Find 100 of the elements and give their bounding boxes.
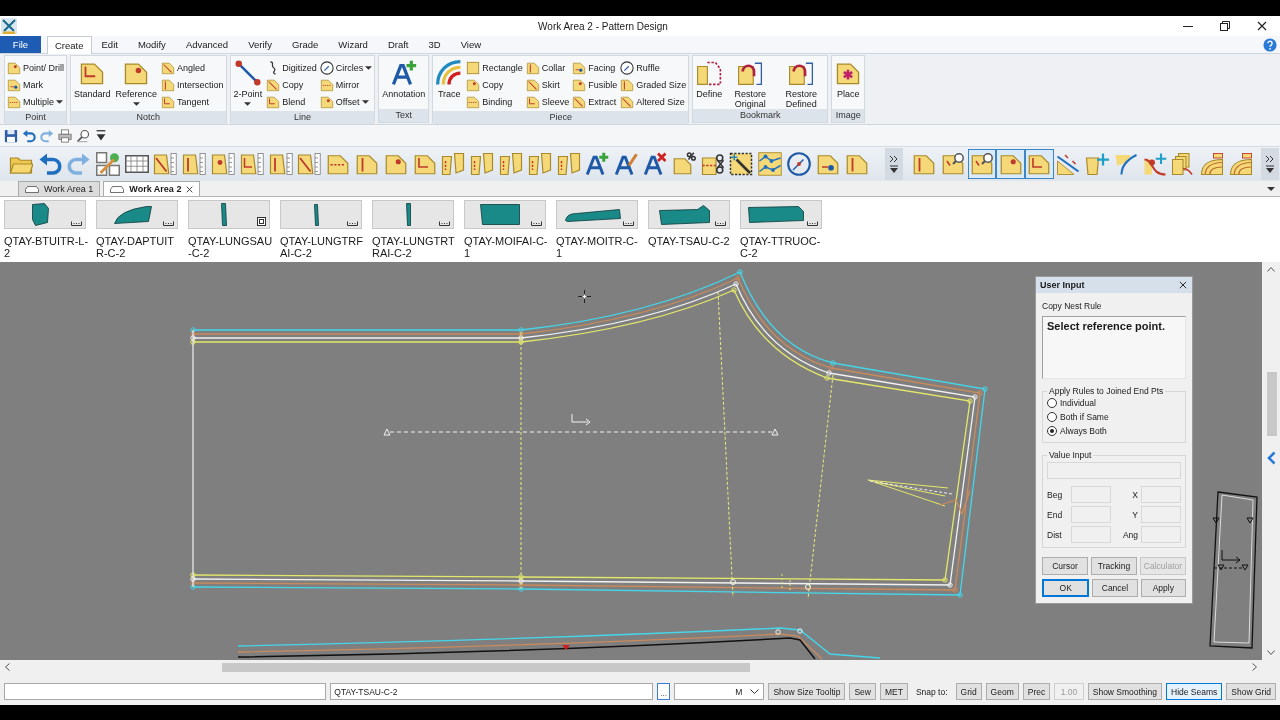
ribbon-button[interactable]: Circles	[319, 59, 373, 76]
menu-tab[interactable]: File	[0, 36, 41, 53]
ribbon-button[interactable]: Offset	[319, 93, 373, 110]
dialog-button[interactable]: Cursor	[1042, 557, 1088, 575]
overflow-chevron-icon[interactable]	[888, 155, 899, 173]
input-field[interactable]	[1071, 486, 1111, 503]
ribbon-button[interactable]: Collar	[525, 59, 570, 76]
menu-tab[interactable]: Edit	[91, 36, 128, 53]
caret-icon[interactable]	[1267, 186, 1275, 191]
ribbon-button[interactable]: Restore Defined	[777, 58, 826, 109]
toggle-button[interactable]: MET	[879, 683, 908, 700]
menu-tab[interactable]: Advanced	[175, 36, 239, 53]
ribbon-button[interactable]: Angled	[161, 59, 224, 76]
scrollbar-thumb[interactable]	[1267, 372, 1277, 436]
ribbon-button[interactable]: Blend	[266, 93, 317, 110]
menu-tab[interactable]: 3D	[418, 36, 451, 53]
tool-button[interactable]	[784, 149, 814, 179]
ribbon-button[interactable]: Define	[695, 58, 724, 109]
ribbon-button[interactable]: Tangent	[161, 93, 224, 110]
save-icon[interactable]	[4, 128, 18, 143]
close-icon[interactable]	[1179, 281, 1187, 289]
undo-icon[interactable]	[22, 128, 36, 143]
tool-button[interactable]	[967, 149, 997, 179]
toggle-button[interactable]: Grid	[955, 683, 982, 700]
menu-tab[interactable]: Create	[47, 36, 92, 54]
ribbon-button[interactable]: Binding	[466, 93, 523, 110]
ribbon-button[interactable]: Annotation	[381, 58, 427, 109]
ribbon-button[interactable]: Intersection	[161, 76, 224, 93]
help-icon[interactable]	[1263, 37, 1277, 52]
toggle-button[interactable]: Geom	[985, 683, 1019, 700]
toggle-button[interactable]: Show Smoothing	[1087, 683, 1162, 700]
scroll-right-icon[interactable]	[1252, 663, 1257, 671]
scroll-down-icon[interactable]	[1267, 650, 1275, 655]
input-field[interactable]	[1071, 506, 1111, 523]
toggle-button[interactable]: Hide Seams	[1166, 683, 1223, 700]
ribbon-button[interactable]: Mark	[7, 76, 64, 93]
toggle-button[interactable]: Sew	[849, 683, 876, 700]
ribbon-button[interactable]: Graded Size	[620, 76, 687, 93]
radio-button[interactable]	[1047, 398, 1057, 408]
ribbon-button[interactable]: Rectangle	[466, 59, 523, 76]
dialog-button[interactable]: Apply	[1140, 579, 1186, 597]
input-field[interactable]	[1141, 526, 1181, 543]
ribbon-button[interactable]: Restore Original	[726, 58, 775, 109]
ribbon-button[interactable]: Sleeve	[525, 93, 570, 110]
restore-icon[interactable]	[1219, 21, 1230, 31]
menu-tab[interactable]: Wizard	[328, 36, 378, 53]
scroll-up-icon[interactable]	[1267, 267, 1275, 272]
input-field[interactable]	[1141, 506, 1181, 523]
close-icon[interactable]	[186, 185, 194, 193]
menu-tab[interactable]: Verify	[238, 36, 282, 53]
menu-tab[interactable]: View	[450, 36, 492, 53]
ribbon-button[interactable]: Mirror	[319, 76, 373, 93]
radio-button[interactable]	[1047, 412, 1057, 422]
ribbon-button[interactable]: Point/ Drill	[7, 59, 64, 76]
toggle-button[interactable]: Show Size Tooltip	[768, 683, 846, 700]
chevron-left-icon[interactable]	[1267, 451, 1276, 465]
overflow-chevron-icon[interactable]	[1265, 155, 1276, 173]
work-area-tab[interactable]: Work Area 2	[103, 181, 201, 196]
menu-tab[interactable]: Grade	[281, 36, 329, 53]
close-icon[interactable]	[1256, 21, 1267, 31]
vertical-scrollbar[interactable]	[1262, 262, 1280, 660]
ribbon-button[interactable]: Trace	[435, 58, 464, 111]
unit-dropdown[interactable]: M	[674, 683, 765, 700]
magnifier-icon[interactable]	[76, 128, 90, 143]
piece-thumbnail[interactable]	[556, 200, 638, 229]
minimize-icon[interactable]	[1182, 25, 1193, 27]
dialog-button[interactable]: Tracking	[1091, 557, 1137, 575]
ribbon-button[interactable]: Reference	[114, 58, 159, 111]
ribbon-button[interactable]: Facing	[572, 59, 618, 76]
browse-button[interactable]: ...	[656, 683, 671, 700]
ribbon-button[interactable]: 2-Point	[232, 58, 264, 111]
work-area-tab[interactable]: Work Area 1	[18, 181, 101, 196]
ribbon-button[interactable]: Fusible	[572, 76, 618, 93]
menu-tab[interactable]: Modify	[127, 36, 176, 53]
ribbon-button[interactable]: Place	[834, 58, 863, 109]
ribbon-button[interactable]: Copy	[266, 76, 317, 93]
ribbon-button[interactable]: Copy	[466, 76, 523, 93]
piece-thumbnail[interactable]	[372, 200, 454, 229]
piece-thumbnail[interactable]	[648, 200, 730, 229]
input-field[interactable]	[1141, 486, 1181, 503]
piece-thumbnail[interactable]	[280, 200, 362, 229]
piece-thumbnail[interactable]	[740, 200, 822, 229]
ribbon-button[interactable]: Standard	[73, 58, 112, 111]
menu-tab[interactable]: Draft	[377, 36, 419, 53]
piece-thumbnail[interactable]	[96, 200, 178, 229]
ribbon-button[interactable]: Skirt	[525, 76, 570, 93]
toggle-button[interactable]: Prec	[1022, 683, 1051, 700]
piece-name-field[interactable]: QTAY-TSAU-C-2	[330, 683, 653, 700]
scrollbar-thumb[interactable]	[222, 663, 750, 672]
piece-thumbnail[interactable]	[4, 200, 86, 229]
ribbon-button[interactable]: Extract	[572, 93, 618, 110]
input-field[interactable]	[1047, 462, 1181, 479]
ribbon-button[interactable]: Multiple	[7, 93, 64, 110]
radio-button[interactable]	[1047, 426, 1057, 436]
input-field[interactable]	[1071, 526, 1111, 543]
toggle-button[interactable]: Show Grid	[1226, 683, 1276, 700]
ribbon-button[interactable]: Ruffle	[620, 59, 687, 76]
scroll-left-icon[interactable]	[5, 663, 10, 671]
caret-icon[interactable]	[94, 128, 108, 143]
piece-thumbnail[interactable]	[464, 200, 546, 229]
